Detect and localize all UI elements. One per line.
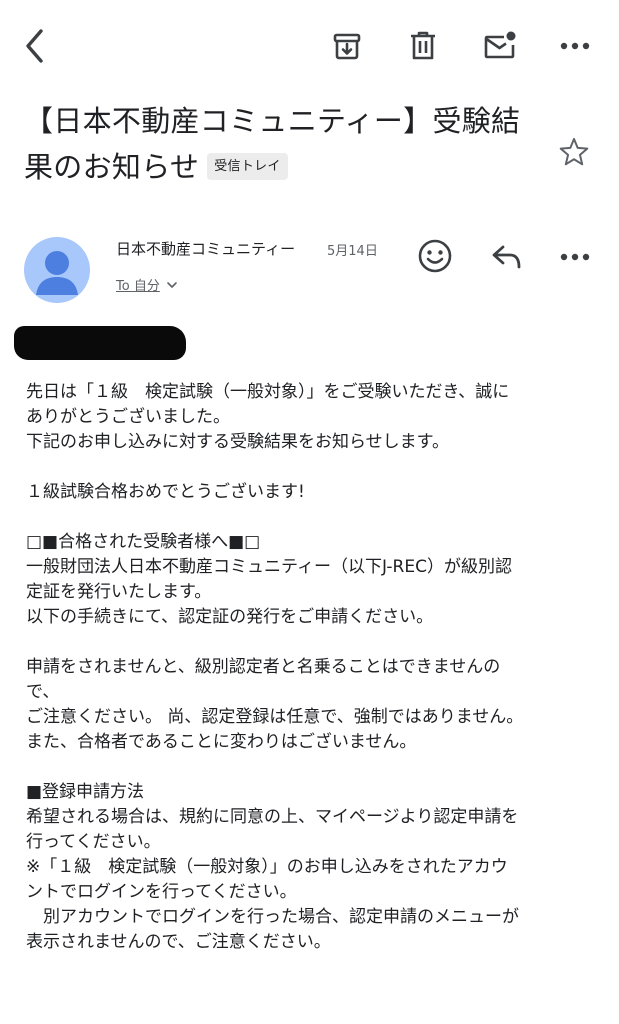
body-line	[26, 755, 596, 780]
body-line: また、合格者であることに変わりはございません。	[26, 732, 417, 752]
sender-name[interactable]: 日本不動産コミュニティー	[116, 238, 295, 259]
emoji-reaction-icon[interactable]	[415, 236, 455, 276]
email-body: 先日は「１級 検定試験（一般対象）」をご受験いただき、誠に ありがとうございました…	[26, 380, 596, 955]
sender-date: 5月14日	[327, 244, 378, 259]
recipient-toggle[interactable]: To 自分	[116, 275, 178, 294]
body-line: ■登録申請方法	[26, 782, 145, 802]
body-line: 申請をされませんと、級別認定者と名乗ることはできませんの	[26, 657, 501, 677]
body-line: ※「１級 検定試験（一般対象）」のお申し込みをされたアカウ	[26, 857, 508, 877]
chevron-down-icon[interactable]	[166, 280, 178, 290]
trash-icon[interactable]	[405, 28, 441, 64]
body-line: 先日は「１級 検定試験（一般対象）」をご受験いただき、誠に	[26, 382, 510, 402]
redacted-text	[14, 326, 186, 360]
body-line	[26, 630, 596, 655]
recipient-label[interactable]: To 自分	[116, 275, 160, 294]
inbox-label-chip[interactable]: 受信トレイ	[207, 152, 288, 180]
body-line: ありがとうございました。	[26, 407, 230, 427]
body-line: □■合格された受験者様へ■□	[26, 532, 261, 552]
top-toolbar	[0, 0, 619, 92]
body-line: 表示されませんので、ご注意ください。	[26, 932, 331, 952]
body-line: 行ってください。	[26, 832, 161, 852]
body-line: ご注意ください。 尚、認定登録は任意で、強制ではありません。	[26, 707, 524, 727]
body-line: ントでログインを行ってください。	[26, 882, 297, 902]
body-line: で、	[26, 682, 60, 702]
body-line: 定証を発行いたします。	[26, 582, 212, 602]
reply-icon[interactable]	[487, 238, 527, 276]
body-line: 以下の手続きにて、認定証の発行をご申請ください。	[26, 607, 434, 627]
email-subject: 【日本不動産コミュニティー】受験結果のお知らせ 受信トレイ	[24, 98, 544, 190]
message-more-icon[interactable]	[555, 240, 595, 274]
body-line: 下記のお申し込みに対する受験結果をお知らせします。	[26, 432, 449, 452]
star-icon[interactable]	[556, 134, 592, 170]
person-icon	[36, 251, 78, 295]
body-line	[26, 505, 596, 530]
body-line: 希望される場合は、規約に同意の上、マイページより認定申請を	[26, 807, 519, 827]
body-line: 別アカウントでログインを行った場合、認定申請のメニューが	[26, 907, 519, 927]
body-line	[26, 455, 596, 480]
body-line: 一般財団法人日本不動産コミュニティー（以下J-REC）が級別認	[26, 557, 512, 577]
more-horizontal-icon[interactable]	[555, 28, 595, 64]
sender-avatar[interactable]	[24, 237, 90, 303]
archive-icon[interactable]	[329, 28, 365, 64]
back-arrow-icon[interactable]	[18, 26, 52, 66]
mail-unread-icon[interactable]	[482, 28, 518, 64]
body-line: １級試験合格おめでとうございます!	[26, 482, 305, 502]
